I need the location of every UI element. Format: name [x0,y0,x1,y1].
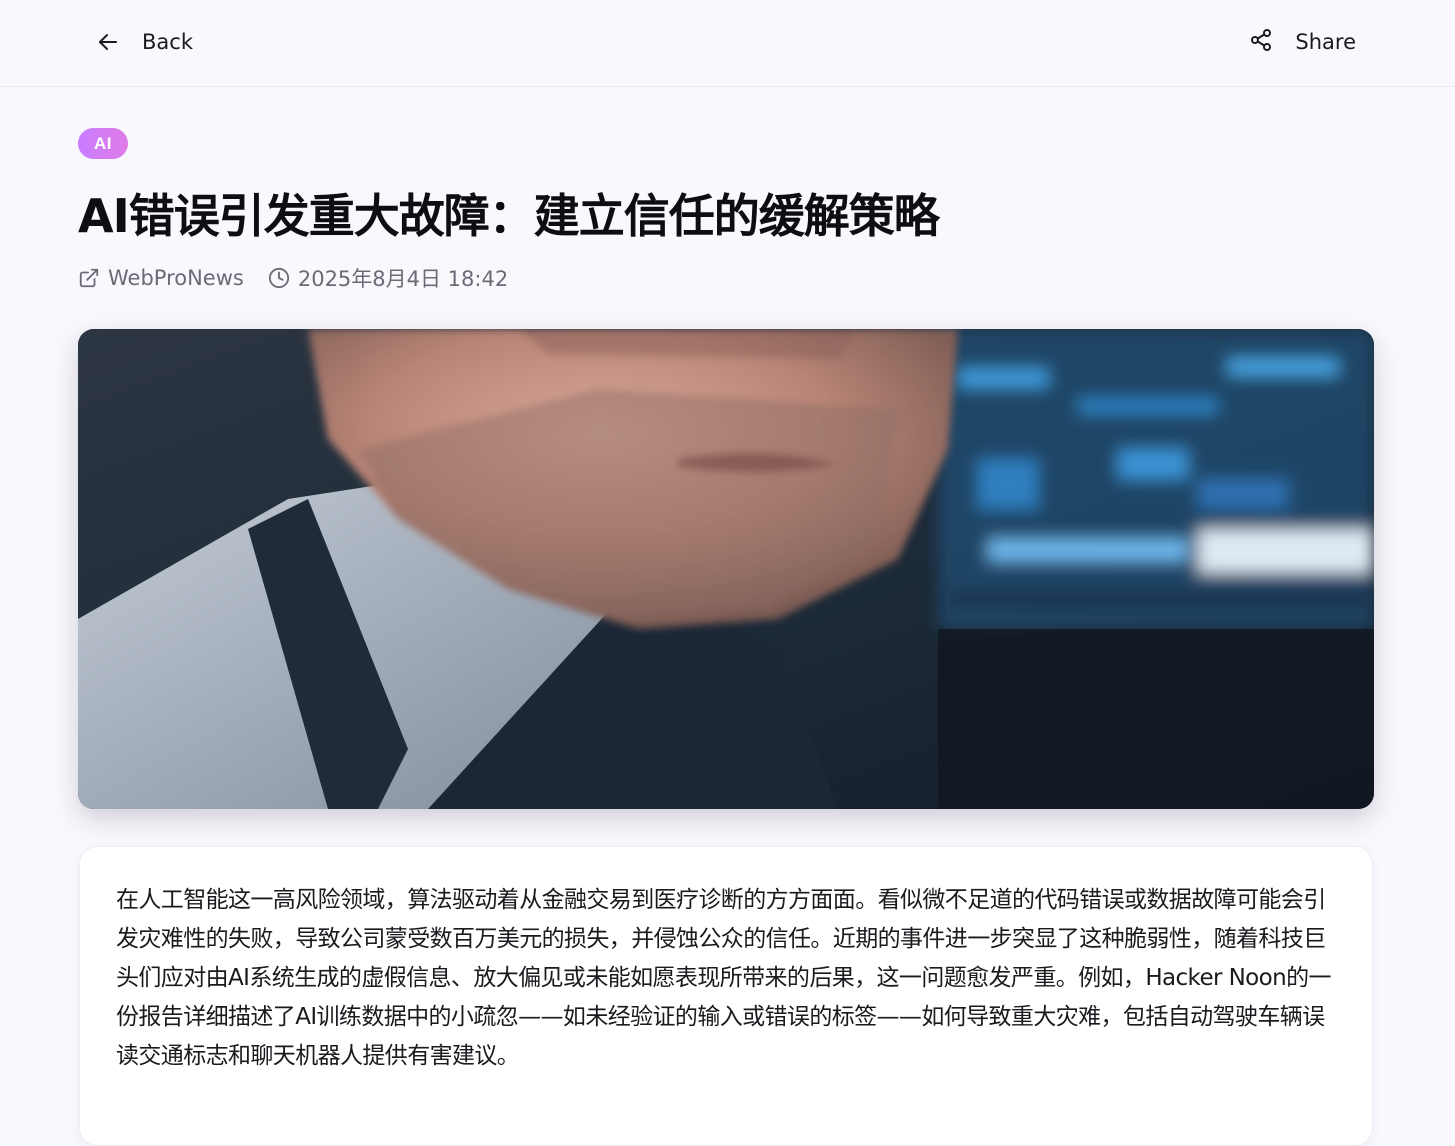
source-name: WebProNews [108,266,244,290]
article-title: AI错误引发重大故障：建立信任的缓解策略 [78,189,940,243]
share-label: Share [1295,30,1356,54]
top-bar: Back Share [0,0,1455,87]
back-button[interactable]: Back [96,24,193,60]
share-icon [1249,28,1273,56]
external-link-icon [78,267,100,289]
back-label: Back [142,30,193,54]
article-body-card: 在人工智能这一高风险领域，算法驱动着从金融交易到医疗诊断的方方面面。看似微不足道… [79,846,1373,1146]
hero-image [78,329,1374,809]
clock-icon [268,267,290,289]
source-link[interactable]: WebProNews [78,266,244,290]
category-tag[interactable]: AI [78,128,128,159]
publish-timestamp: 2025年8月4日 18:42 [297,267,509,291]
article-body: 在人工智能这一高风险领域，算法驱动着从金融交易到医疗诊断的方方面面。看似微不足道… [116,887,1332,1069]
share-button[interactable]: Share [1249,24,1356,60]
article-meta: WebProNews 2025年8月4日 18:42 [78,262,508,294]
arrow-left-icon [96,30,120,54]
publish-time: 2025年8月4日 18:42 [268,263,508,293]
